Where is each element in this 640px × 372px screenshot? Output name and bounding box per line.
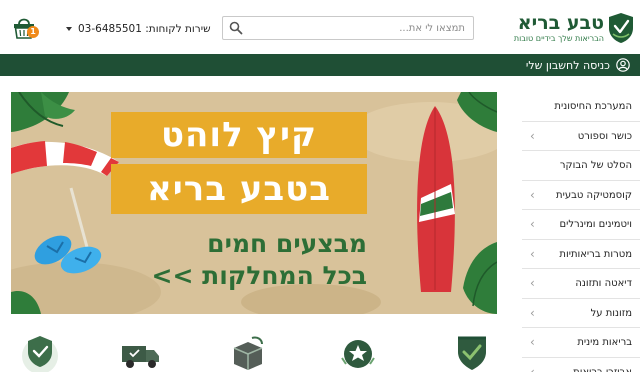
sidebar-item-label: הסלט של הבוקר <box>559 160 632 171</box>
account-bar: כניסה לחשבון שלי <box>0 54 640 76</box>
sidebar-item-immune[interactable]: המערכת החיסונית <box>522 92 640 122</box>
sidebar-item-accessories[interactable]: ‹ אביזרי בריאות <box>522 357 640 372</box>
delivery-truck-icon <box>122 346 159 368</box>
package-box-icon <box>233 336 263 370</box>
sidebar-item-label: ויטמינים ומינרלים <box>559 219 633 230</box>
sidebar-item-cosmetics[interactable]: ‹ קוסמטיקה טבעית <box>522 180 640 210</box>
sidebar-item-fitness[interactable]: ‹ כושר וספורט <box>522 121 640 151</box>
cart-count-badge: 1 <box>27 26 39 38</box>
sidebar-item-label: מטרות בריאותיות <box>559 248 632 260</box>
banner-headline-line2: בטבע בריא <box>146 169 331 209</box>
headline-plank-top: קיץ לוהט <box>111 112 367 158</box>
star-badge-icon <box>341 340 375 368</box>
chevron-left-icon: ‹ <box>530 276 535 290</box>
sidebar-item-label: כושר וספורט <box>577 130 632 142</box>
chevron-left-icon: ‹ <box>530 128 535 143</box>
sidebar-item-superfoods[interactable]: ‹ מזונות על <box>522 298 640 328</box>
sidebar-item-vitamins[interactable]: ‹ ויטמינים ומינרלים <box>522 210 640 240</box>
page: טבע בריא הבריאות שלך בידיים טובות תמצאו … <box>0 0 640 372</box>
sidebar-item-label: קוסמטיקה טבעית <box>556 189 632 201</box>
chevron-left-icon: ‹ <box>530 335 535 349</box>
cart-button[interactable]: 1 <box>12 14 40 42</box>
sidebar-item-salad[interactable]: הסלט של הבוקר <box>522 151 640 181</box>
user-icon <box>616 58 630 72</box>
logo-tagline: הבריאות שלך בידיים טובות <box>513 33 604 43</box>
customer-service[interactable]: שירות לקוחות: 03-6485501 <box>66 22 211 36</box>
banner-promo-line1: מבצעים חמים <box>207 229 367 258</box>
service-phone-label: שירות לקוחות: 03-6485501 <box>78 23 211 35</box>
logo-name: טבע בריא <box>517 11 604 34</box>
sidebar-item-label: מזונות על <box>590 307 632 319</box>
category-sidebar: המערכת החיסונית ‹ כושר וספורט הסלט של הב… <box>522 92 640 372</box>
chevron-left-icon: ‹ <box>530 217 535 231</box>
sidebar-item-label: דיאטה ותזונה <box>575 278 632 289</box>
logo-shield-icon <box>609 13 633 43</box>
site-header: טבע בריא הבריאות שלך בידיים טובות תמצאו … <box>0 0 640 54</box>
login-label: כניסה לחשבון שלי <box>525 58 610 72</box>
chevron-down-icon[interactable] <box>66 27 72 31</box>
features-row <box>0 330 520 372</box>
banner-promo-line2[interactable]: בכל המחלקות >> <box>133 262 367 290</box>
sidebar-item-diet[interactable]: ‹ דיאטה ותזונה <box>522 269 640 299</box>
search-bar[interactable]: תמצאו לי את... <box>222 16 474 40</box>
checkmark-badge-icon <box>458 336 486 370</box>
hero-banner[interactable]: קיץ לוהט בטבע בריא מבצעים חמים בכל המחלק… <box>11 92 497 314</box>
search-icon[interactable] <box>223 17 249 39</box>
site-logo[interactable]: טבע בריא הבריאות שלך בידיים טובות <box>504 10 634 46</box>
sidebar-item-label: המערכת החיסונית <box>554 101 632 112</box>
chevron-left-icon: ‹ <box>530 246 535 261</box>
chevron-left-icon: ‹ <box>530 305 535 320</box>
headline-plank-bottom: בטבע בריא <box>111 164 367 214</box>
chevron-left-icon: ‹ <box>530 187 535 202</box>
search-input[interactable]: תמצאו לי את... <box>249 23 473 34</box>
chevron-left-icon: ‹ <box>530 364 535 372</box>
logo-texts: טבע בריא הבריאות שלך בידיים טובות <box>514 13 604 44</box>
banner-headline-line1: קיץ לוהט <box>160 115 318 155</box>
shield-check-icon <box>22 336 58 372</box>
sidebar-item-label: אביזרי בריאות <box>573 366 632 372</box>
sidebar-item-sexual-health[interactable]: ‹ בריאות מינית <box>522 328 640 358</box>
sidebar-item-health-goals[interactable]: ‹ מטרות בריאותיות <box>522 239 640 269</box>
sidebar-item-label: בריאות מינית <box>577 337 632 348</box>
login-link[interactable]: כניסה לחשבון שלי <box>526 57 630 73</box>
